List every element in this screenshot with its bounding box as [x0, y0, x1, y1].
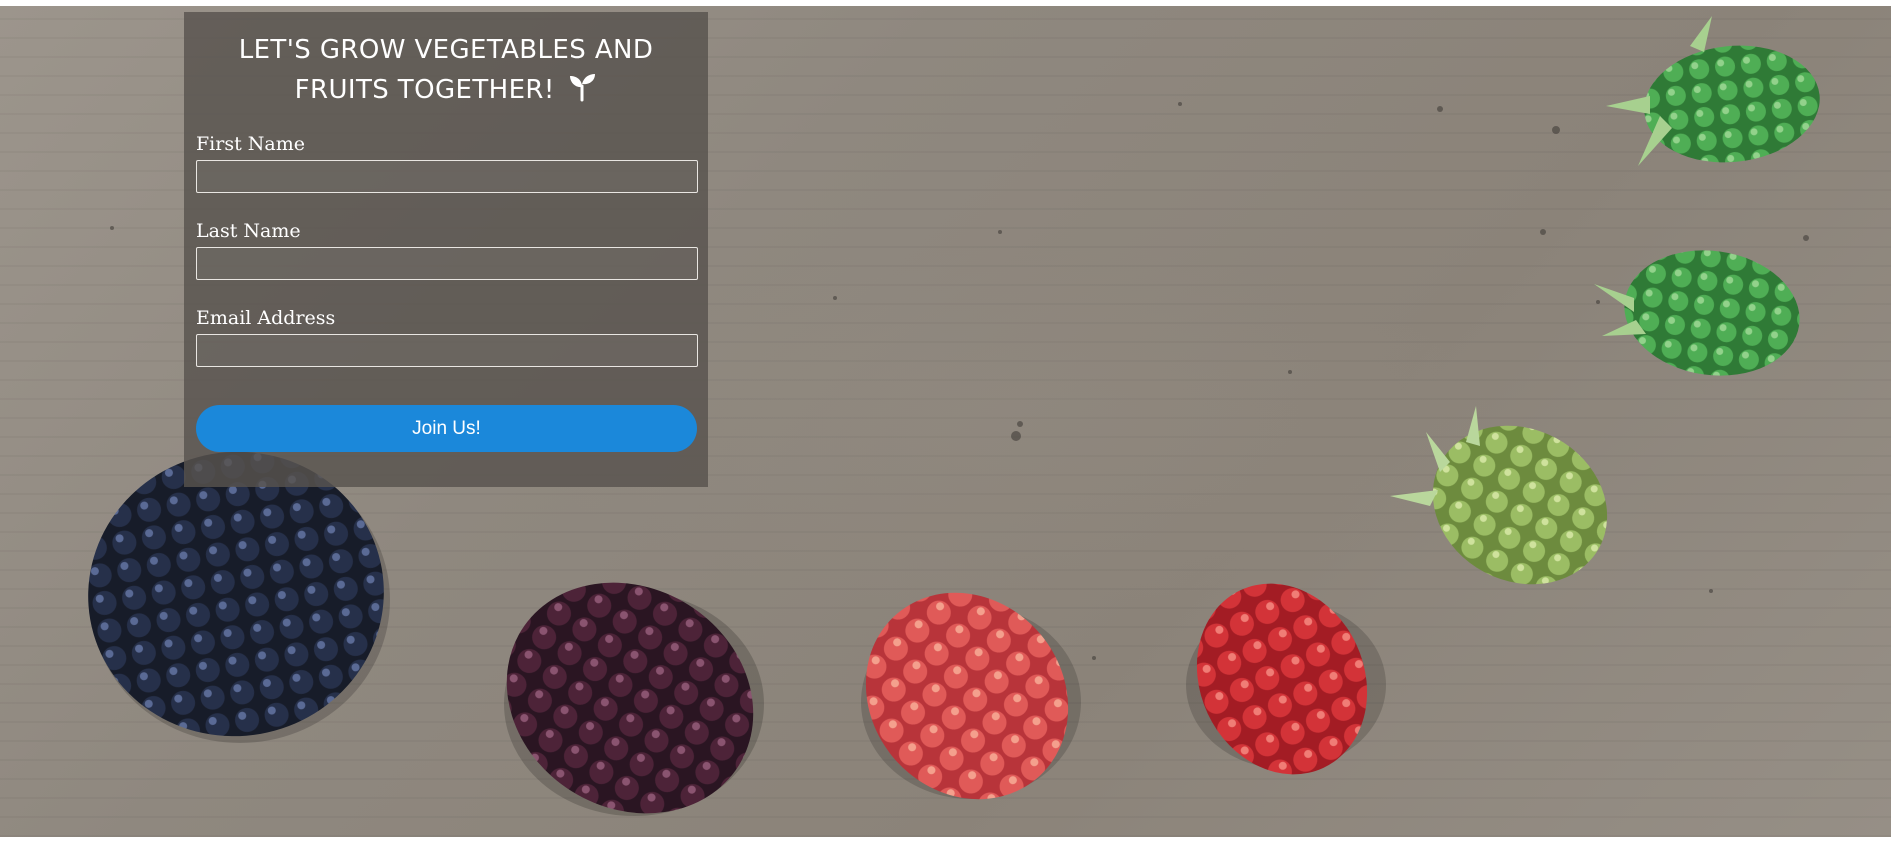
signup-title-line2: FRUITS TOGETHER! [294, 75, 555, 105]
signup-title: LET'S GROW VEGETABLES AND FRUITS TOGETHE… [196, 30, 696, 110]
sprout-icon [570, 74, 596, 102]
signup-title-line1: LET'S GROW VEGETABLES AND [238, 35, 654, 65]
dark-purple-berry [504, 582, 764, 816]
join-us-button[interactable]: Join Us! [196, 405, 697, 452]
green-yellow-berry [1390, 406, 1608, 585]
first-name-label: First Name [196, 133, 305, 155]
small-green-berry [1606, 16, 1820, 166]
email-address-label: Email Address [196, 307, 336, 329]
first-name-input[interactable] [196, 160, 698, 193]
red-berry [1186, 583, 1386, 775]
email-address-input[interactable] [196, 334, 698, 367]
red-pink-berry [861, 592, 1081, 800]
signup-form-panel: LET'S GROW VEGETABLES AND FRUITS TOGETHE… [184, 12, 708, 487]
hero-background: LET'S GROW VEGETABLES AND FRUITS TOGETHE… [0, 6, 1891, 837]
last-name-label: Last Name [196, 220, 301, 242]
green-berry [1594, 250, 1800, 376]
last-name-input[interactable] [196, 247, 698, 280]
